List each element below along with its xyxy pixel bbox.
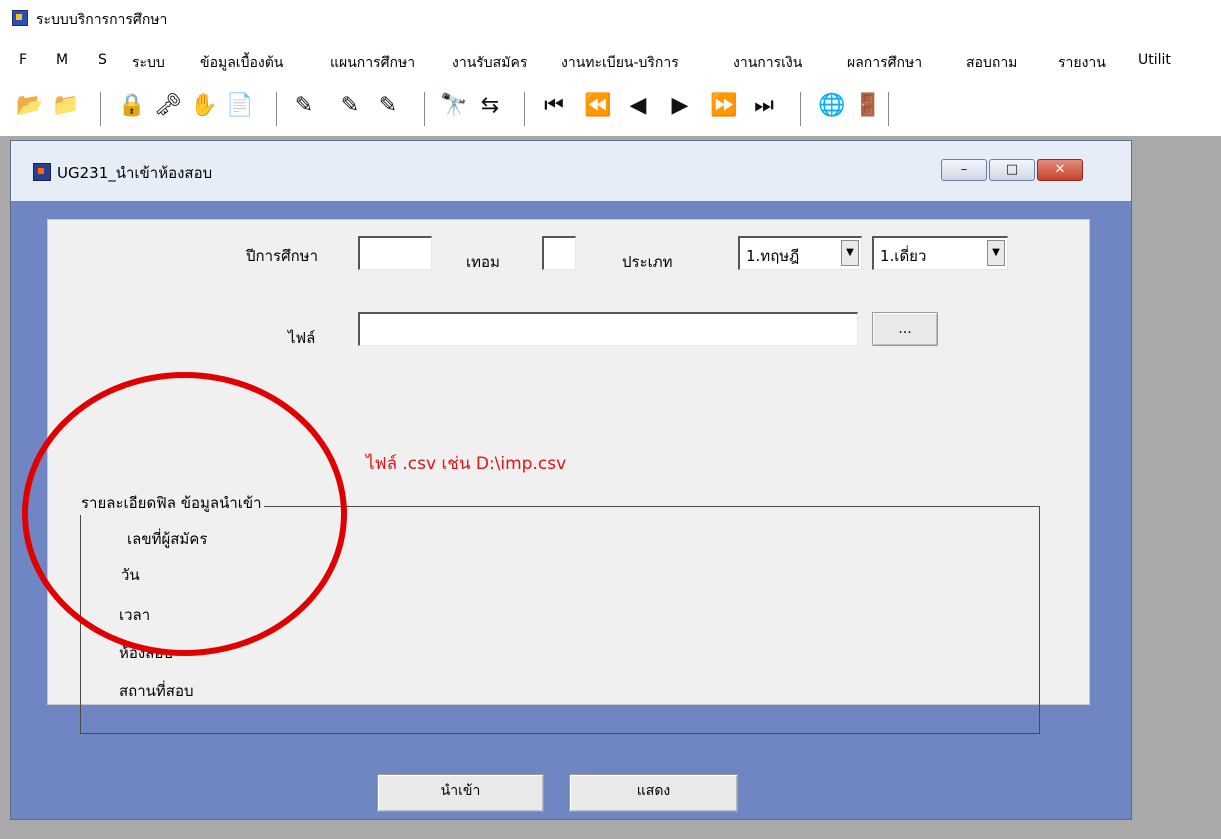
file-format-hint: ไฟล์ .csv เช่น D:\imp.csv [366, 454, 567, 474]
menu-item-results[interactable]: ผลการศึกษา [847, 52, 922, 74]
app-title-bar: ระบบบริการการศึกษา [0, 0, 1221, 36]
window-icon [33, 163, 51, 181]
toolbar-separator [276, 92, 280, 126]
term-label: เทอม [466, 253, 500, 271]
window-titlebar[interactable]: UG231_นำเข้าห้องสอบ – □ ✕ [11, 141, 1131, 202]
globe-icon[interactable]: 🌐 [818, 94, 845, 118]
app-icon [12, 10, 28, 26]
term-input[interactable] [542, 236, 576, 270]
type-select-value: 1.ทฤษฎี [746, 247, 800, 265]
chevron-down-icon[interactable]: ▼ [841, 240, 859, 266]
document-icon[interactable]: 📄 [226, 94, 253, 118]
toolbar-separator [524, 92, 528, 126]
last-record-icon[interactable]: ⏭ [752, 94, 776, 118]
menu-bar: F M S ระบบ ข้อมูลเบื้องต้น แผนการศึกษา ง… [0, 48, 1221, 76]
academic-year-label: ปีการศึกษา [246, 247, 318, 265]
menu-item-admission[interactable]: งานรับสมัคร [452, 52, 527, 74]
menu-item-inquiry[interactable]: สอบถาม [966, 52, 1017, 74]
import-button[interactable]: นำเข้า [377, 774, 544, 812]
window-title: UG231_นำเข้าห้องสอบ [57, 164, 213, 182]
lock-icon[interactable]: 🔒 [118, 94, 145, 118]
type-select[interactable]: 1.ทฤษฎี ▼ [738, 236, 862, 270]
hand-icon[interactable]: ✋ [190, 94, 217, 118]
replace-icon[interactable]: ⇆ [478, 94, 502, 118]
browse-button[interactable]: ... [872, 312, 938, 346]
prev-page-icon[interactable]: ⏪ [584, 94, 611, 118]
field-exam-location: สถานที่สอบ [119, 682, 194, 700]
menu-item-registration[interactable]: งานทะเบียน-บริการ [561, 52, 679, 74]
next-record-icon[interactable]: ▶ [668, 94, 692, 118]
pencil-icon[interactable]: ✎ [292, 94, 316, 118]
minimize-button[interactable]: – [941, 159, 987, 181]
menu-item-utility[interactable]: Utilit [1138, 52, 1171, 68]
menu-item-f[interactable]: F [19, 52, 27, 68]
first-record-icon[interactable]: ⏮ [542, 94, 566, 118]
toolbar-separator [888, 92, 892, 126]
export-folder-icon[interactable]: 📁 [52, 94, 79, 118]
academic-year-input[interactable] [358, 236, 432, 270]
menu-item-system[interactable]: ระบบ [132, 52, 165, 74]
menu-item-study-plan[interactable]: แผนการศึกษา [330, 52, 415, 74]
file-label: ไฟล์ [288, 329, 316, 347]
prev-record-icon[interactable]: ◀ [626, 94, 650, 118]
app-title: ระบบบริการการศึกษา [36, 12, 168, 28]
type2-select[interactable]: 1.เดี่ยว ▼ [872, 236, 1008, 270]
open-folder-icon[interactable]: 📂 [16, 94, 43, 118]
type-label: ประเภท [622, 253, 673, 271]
next-page-icon[interactable]: ⏩ [710, 94, 737, 118]
maximize-button[interactable]: □ [989, 159, 1035, 181]
menu-item-s[interactable]: S [98, 52, 107, 68]
exit-door-icon[interactable]: 🚪 [854, 94, 881, 118]
menu-item-basic-data[interactable]: ข้อมูลเบื้องต้น [200, 52, 283, 74]
toolbar-separator [800, 92, 804, 126]
menu-item-finance[interactable]: งานการเงิน [733, 52, 802, 74]
binoculars-icon[interactable]: 🔭 [440, 94, 467, 118]
key-icon[interactable]: 🗝 [154, 94, 182, 118]
file-path-input[interactable] [358, 312, 858, 346]
close-button[interactable]: ✕ [1037, 159, 1083, 181]
chevron-down-icon[interactable]: ▼ [987, 240, 1005, 266]
toolbar-separator [100, 92, 104, 126]
show-button[interactable]: แสดง [569, 774, 738, 812]
annotation-circle [22, 372, 347, 656]
pencil-edit-icon[interactable]: ✎ [376, 94, 400, 118]
type2-select-value: 1.เดี่ยว [880, 247, 927, 265]
menu-item-m[interactable]: M [56, 52, 68, 68]
toolbar: 📂 📁 🔒 🗝 ✋ 📄 ✎ ✎ ✎ 🔭 ⇆ ⏮ ⏪ ◀ ▶ ⏩ ⏭ 🌐 🚪 [0, 82, 1221, 132]
toolbar-separator [424, 92, 428, 126]
pencil-add-icon[interactable]: ✎ [338, 94, 362, 118]
menu-item-report[interactable]: รายงาน [1058, 52, 1106, 74]
